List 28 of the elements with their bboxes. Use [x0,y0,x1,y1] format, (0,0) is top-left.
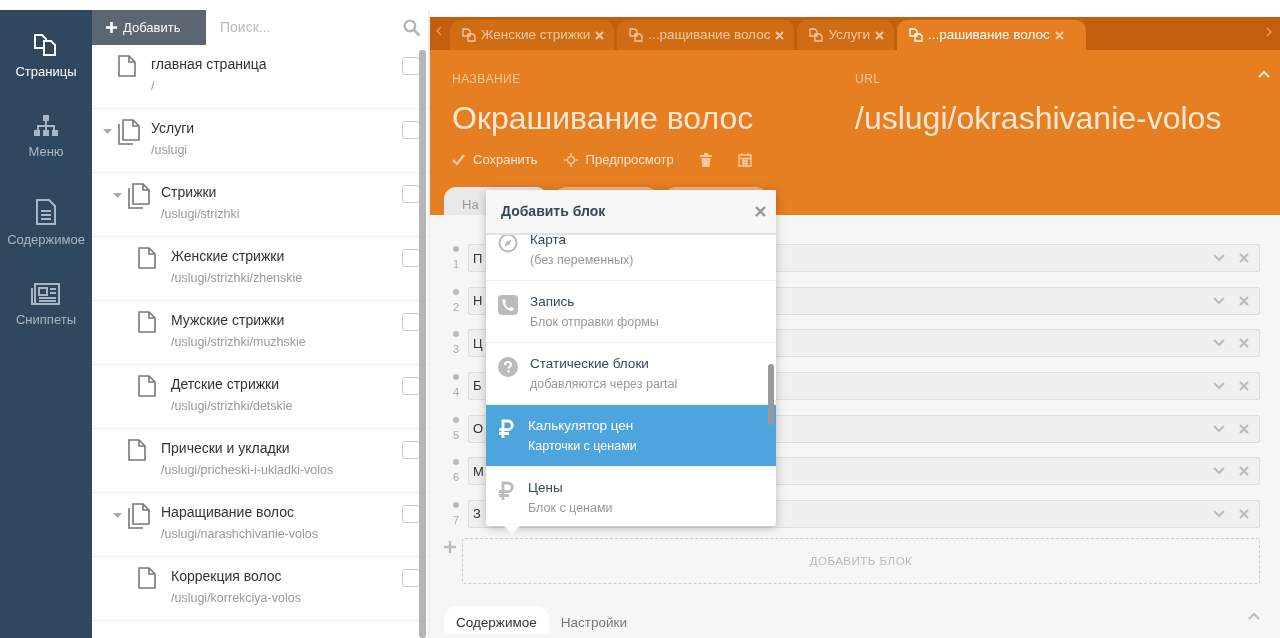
option-title: Запись [530,293,576,311]
page-url: /uslugi/okrashivanie-volos [855,99,1223,138]
field-label: НАЗВАНИЕ [452,71,522,88]
page-name: Окрашивание волос [452,99,755,138]
block-number: 4 [452,386,460,399]
option-description: (без переменных) [530,252,634,269]
field-label: URL [855,71,882,88]
block-number: 7 [452,513,460,526]
block-number: 6 [452,471,460,484]
page-url: /uslugi/strizhki [161,206,240,223]
page-url: /uslugi/korrekciya-volos [171,590,301,607]
block-number: 1 [452,258,460,271]
page-url: /uslugi [151,142,189,159]
page-url: /uslugi/narashchivanie-volos [161,526,319,543]
block-number: 5 [452,428,460,441]
popup-title: Добавить блок [501,202,606,221]
option-description: добавляются через partal [530,376,678,393]
page-url: /uslugi/strizhki/muzhskie [171,334,306,351]
block-number: 2 [452,300,460,313]
option-description: Блок с ценами [528,500,613,517]
page-url: /uslugi/strizhki/zhenskie [171,270,303,287]
option-description: Блок отправки формы [530,314,659,331]
page-url: /uslugi/pricheski-i-ukladki-volos [161,462,334,479]
option-title: Калькулятор цен [528,417,635,435]
page-url: /uslugi/strizhki/detskie [171,398,293,415]
block-number: 3 [452,343,460,356]
option-title: Статические блоки [530,355,650,373]
page-url: / [151,78,156,95]
